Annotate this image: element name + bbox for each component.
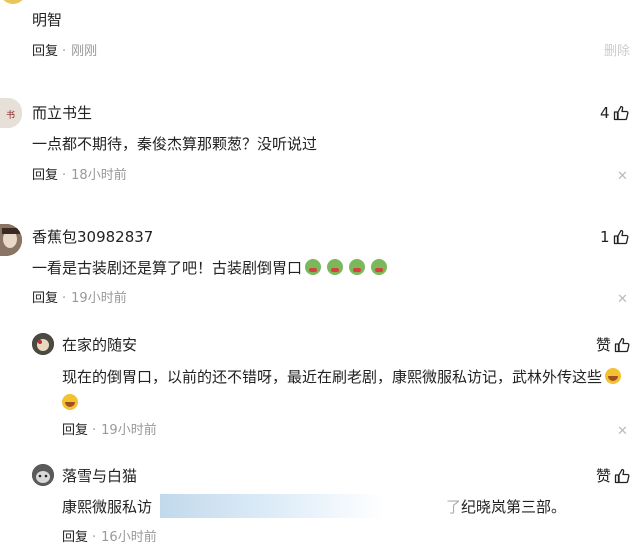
comment-meta: 回复 · 刚刚 <box>32 43 97 61</box>
thumbs-up-icon <box>614 468 630 484</box>
comment-text: 一点都不期待，秦俊杰算那颗葱？没听说过 <box>32 135 318 153</box>
comment-time: 18小时前 <box>71 168 127 183</box>
like-button[interactable]: 4 <box>600 103 629 123</box>
close-icon[interactable]: ✕ <box>617 169 628 185</box>
author-name[interactable]: 在家的随安 <box>62 335 137 355</box>
author-name[interactable]: 落雪与白猫 <box>62 466 137 486</box>
reply-text-start: 康熙微服私访 <box>62 498 153 516</box>
reply-time: 16小时前 <box>101 530 157 545</box>
like-label: 赞 <box>596 467 612 485</box>
like-count: 1 <box>600 228 610 246</box>
comment-text-content: 一看是古装剧还是算了吧！古装剧倒胃口 <box>32 259 303 277</box>
thumbs-up-icon <box>613 229 629 245</box>
nauseated-face-emoji <box>305 259 322 275</box>
reply-button[interactable]: 回复 <box>62 530 88 545</box>
comment-text: 明智 <box>32 11 63 29</box>
separator-dot: · <box>62 291 67 306</box>
delete-button[interactable]: 删除 <box>604 43 630 61</box>
avatar-image <box>32 333 54 355</box>
reply-button[interactable]: 回复 <box>32 291 58 306</box>
reply-meta: 回复 · 19小时前 <box>62 422 157 440</box>
comment-time: 刚刚 <box>71 44 98 59</box>
separator-dot: · <box>92 423 97 438</box>
reply-button[interactable]: 回复 <box>62 423 88 438</box>
like-count: 4 <box>600 104 610 122</box>
laughing-face-emoji <box>605 368 622 384</box>
close-icon[interactable]: ✕ <box>617 292 628 308</box>
svg-text:书: 书 <box>6 110 15 121</box>
reply-button[interactable]: 回复 <box>32 168 58 183</box>
nauseated-face-emoji <box>327 259 344 275</box>
thumbs-up-icon <box>614 337 630 353</box>
avatar-image <box>0 224 22 256</box>
avatar[interactable] <box>0 224 22 256</box>
author-name[interactable]: 而立书生 <box>32 103 92 123</box>
close-icon[interactable]: ✕ <box>617 424 628 440</box>
separator-dot: · <box>62 44 67 59</box>
laughing-face-emoji <box>62 394 78 410</box>
nauseated-face-emoji <box>371 259 388 275</box>
separator-dot: · <box>92 530 97 545</box>
reply-time: 19小时前 <box>101 423 157 438</box>
avatar-image: 书 <box>0 98 22 128</box>
like-label: 赞 <box>596 336 612 354</box>
reply-button[interactable]: 回复 <box>32 44 58 59</box>
avatar[interactable] <box>32 464 54 486</box>
comment-meta: 回复 · 18小时前 <box>32 167 127 185</box>
like-button[interactable]: 赞 <box>596 335 630 355</box>
overlay-blur <box>160 494 460 518</box>
separator-dot: · <box>62 168 67 183</box>
avatar-image <box>32 464 54 486</box>
avatar[interactable] <box>32 333 54 355</box>
reply-text-content: 现在的倒胃口，以前的还不错呀，最近在刷老剧，康熙微服私访记，武林外传这些 <box>62 368 603 386</box>
nauseated-face-emoji <box>349 259 366 275</box>
avatar[interactable] <box>0 0 26 4</box>
avatar[interactable]: 书 <box>0 98 22 128</box>
reply-text-end: 了纪晓岚第三部。 <box>446 498 567 516</box>
comment-text: 一看是古装剧还是算了吧！古装剧倒胃口 <box>32 255 390 281</box>
comment-time: 19小时前 <box>71 291 127 306</box>
reply-text: 现在的倒胃口，以前的还不错呀，最近在刷老剧，康熙微服私访记，武林外传这些 <box>62 364 636 416</box>
author-name[interactable]: 香蕉包30982837 <box>32 227 153 247</box>
thumbs-up-icon <box>613 105 629 121</box>
reply-meta: 回复 · 16小时前 <box>62 529 157 547</box>
like-button[interactable]: 1 <box>600 227 629 247</box>
like-button[interactable]: 赞 <box>596 466 630 486</box>
comment-meta: 回复 · 19小时前 <box>32 290 127 308</box>
